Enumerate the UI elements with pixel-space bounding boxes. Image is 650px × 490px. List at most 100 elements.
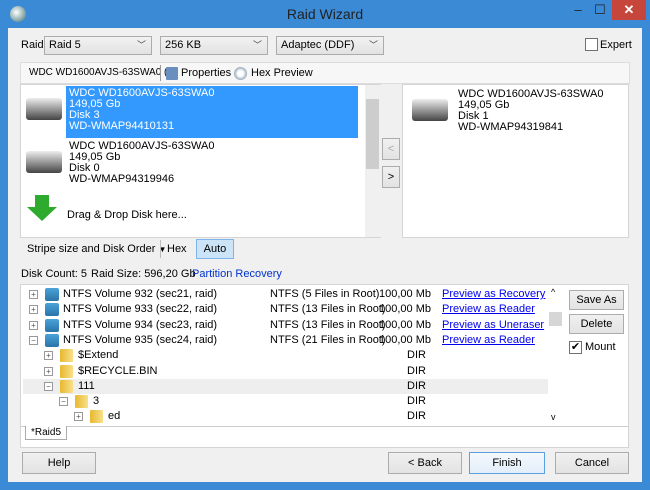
properties-button[interactable]: Properties xyxy=(181,67,231,79)
preview-link[interactable]: Preview as Recovery xyxy=(442,287,545,302)
save-as-button[interactable]: Save As xyxy=(569,290,624,310)
scroll-down-icon[interactable]: v xyxy=(551,412,556,422)
hard-disk-icon xyxy=(412,99,448,121)
scrollbar-thumb[interactable] xyxy=(366,99,379,169)
chevron-down-icon: ﹀ xyxy=(252,40,262,50)
preview-link[interactable]: Preview as Reader xyxy=(442,302,535,317)
controller-select[interactable]: Adaptec (DDF) ﹀ xyxy=(276,36,384,55)
stripe-order-menu[interactable]: Stripe size and Disk Order ▼ xyxy=(27,243,166,255)
maximize-button[interactable]: ☐ xyxy=(590,0,610,22)
current-disk-name: WDC WD1600AVJS-63SWA0 (D xyxy=(29,67,175,78)
move-left-button[interactable]: < xyxy=(382,138,400,160)
partition-recovery-link[interactable]: Partition Recovery xyxy=(192,268,282,280)
disk-item[interactable]: WDC WD1600AVJS-63SWA0 149,05 Gb Disk 1 W… xyxy=(404,87,628,139)
tab-divider xyxy=(21,426,628,427)
minimize-button[interactable]: – xyxy=(568,0,588,22)
expand-icon[interactable]: + xyxy=(74,412,83,422)
move-right-button[interactable]: > xyxy=(382,166,400,188)
disk-serial: WD-WMAP94410131 xyxy=(69,120,175,132)
tree-item-name: ed xyxy=(108,410,121,423)
results-panel: + NTFS Volume 932 (sec21, raid) NTFS (5 Fi… xyxy=(20,284,629,448)
tree-item-type: NTFS (13 Files in Root) xyxy=(270,303,386,316)
cancel-button[interactable]: Cancel xyxy=(555,452,629,474)
mount-label: Mount xyxy=(585,341,616,353)
tree-item-type: NTFS (13 Files in Root) xyxy=(270,318,386,331)
tree-item-size: 100,00 Mb xyxy=(379,318,431,331)
tree-row[interactable]: + $Extend DIR xyxy=(23,348,548,363)
disk-serial: WD-WMAP94319841 xyxy=(458,121,564,133)
tree-row[interactable]: + ed DIR xyxy=(23,409,548,424)
client-area: Raid Raid 5 ﹀ 256 KB ﹀ Adaptec (DDF) ﹀ Expe… xyxy=(8,28,642,482)
mount-checkbox[interactable]: ✔ xyxy=(569,341,582,354)
tree-item-name: 111 xyxy=(78,379,95,392)
tree-item-name: NTFS Volume 933 (sec22, raid) xyxy=(63,303,218,316)
scroll-up-icon[interactable]: ^ xyxy=(551,287,555,297)
tree-item-name: $RECYCLE.BIN xyxy=(78,364,158,377)
tree-row[interactable]: + NTFS Volume 933 (sec22, raid) NTFS (13 F… xyxy=(23,302,548,317)
expand-icon[interactable]: + xyxy=(29,290,38,299)
stripe-size-select[interactable]: 256 KB ﹀ xyxy=(160,36,268,55)
close-button[interactable]: ✕ xyxy=(612,0,646,20)
tree-scrollbar[interactable]: ^ v xyxy=(548,286,564,426)
tree-row[interactable]: − 3 DIR xyxy=(23,394,548,409)
folder-icon xyxy=(60,364,73,378)
expand-icon[interactable]: + xyxy=(29,305,38,315)
hex-preview-button[interactable]: Hex Preview xyxy=(251,67,313,79)
hex-toggle[interactable]: Hex xyxy=(167,243,187,255)
controller-value: Adaptec (DDF) xyxy=(281,39,355,51)
tree-item-size: DIR xyxy=(407,410,426,423)
expand-icon[interactable]: + xyxy=(44,366,53,376)
available-disks-list[interactable]: WDC WD1600AVJS-63SWA0 149,05 Gb Disk 3 W… xyxy=(20,84,381,238)
folder-icon xyxy=(75,395,88,409)
hard-disk-icon xyxy=(26,151,62,173)
auto-toggle[interactable]: Auto xyxy=(196,239,234,259)
folder-icon xyxy=(60,349,73,363)
divider xyxy=(160,240,161,258)
chevron-down-icon: ﹀ xyxy=(136,40,146,50)
raid-disks-list[interactable]: WDC WD1600AVJS-63SWA0 149,05 Gb Disk 1 W… xyxy=(402,84,629,238)
expert-checkbox[interactable] xyxy=(585,38,598,51)
hard-disk-icon xyxy=(26,98,62,120)
tree-item-type: NTFS (5 Files in Root) xyxy=(270,288,380,300)
raid-wizard-window: Raid Wizard – ☐ ✕ Raid Raid 5 ﹀ 256 KB ﹀ A… xyxy=(0,0,650,490)
raid-type-select[interactable]: Raid 5 ﹀ xyxy=(44,36,152,55)
back-button[interactable]: < Back xyxy=(388,452,462,474)
tree-row[interactable]: + $RECYCLE.BIN DIR xyxy=(23,364,548,379)
tree-item-name: $Extend xyxy=(78,349,119,362)
collapse-icon[interactable]: − xyxy=(59,397,68,407)
toolbar-divider xyxy=(160,65,161,81)
collapse-icon[interactable]: − xyxy=(29,335,38,345)
folder-icon xyxy=(90,410,103,424)
volume-icon xyxy=(45,318,59,332)
disk-serial: WD-WMAP94319946 xyxy=(69,173,175,185)
tree-row[interactable]: − 111 DIR xyxy=(23,378,548,394)
disk-count: Disk Count: 5 xyxy=(21,268,88,280)
raid-type-value: Raid 5 xyxy=(49,39,81,51)
finish-button[interactable]: Finish xyxy=(469,452,545,474)
collapse-icon[interactable]: − xyxy=(44,381,53,391)
tab-raid5[interactable]: *Raid5 xyxy=(25,426,67,440)
partition-tree[interactable]: + NTFS Volume 932 (sec21, raid) NTFS (5 Fi… xyxy=(22,286,562,426)
tree-item-size: 100,00 Mb xyxy=(379,288,431,300)
preview-link[interactable]: Preview as Uneraser xyxy=(442,318,544,333)
help-button[interactable]: Help xyxy=(22,452,96,474)
tree-row[interactable]: + NTFS Volume 932 (sec21, raid) NTFS (5 Fi… xyxy=(23,287,548,302)
raid-label: Raid xyxy=(21,39,44,51)
tree-item-size: DIR xyxy=(407,364,426,377)
expand-icon[interactable]: + xyxy=(44,351,53,361)
tree-row[interactable]: − NTFS Volume 935 (sec24, raid) NTFS (21 F… xyxy=(23,333,548,348)
disk-list-scrollbar[interactable] xyxy=(365,85,381,237)
disk-item[interactable]: WDC WD1600AVJS-63SWA0 149,05 Gb Disk 3 W… xyxy=(22,86,360,138)
drop-arrow-icon xyxy=(27,195,57,225)
expand-icon[interactable]: + xyxy=(29,320,38,330)
tree-item-name: 3 xyxy=(93,395,100,408)
volume-icon xyxy=(45,288,59,301)
stripe-order-label: Stripe size and Disk Order xyxy=(27,243,156,255)
tree-item-size: 100,00 Mb xyxy=(379,333,431,346)
preview-link[interactable]: Preview as Reader xyxy=(442,333,535,348)
scrollbar-thumb[interactable] xyxy=(549,312,562,326)
disk-item[interactable]: WDC WD1600AVJS-63SWA0 149,05 Gb Disk 0 W… xyxy=(22,139,360,191)
delete-button[interactable]: Delete xyxy=(569,314,624,334)
stripe-size-value: 256 KB xyxy=(165,39,202,51)
tree-row[interactable]: + NTFS Volume 934 (sec23, raid) NTFS (13 F… xyxy=(23,318,548,333)
